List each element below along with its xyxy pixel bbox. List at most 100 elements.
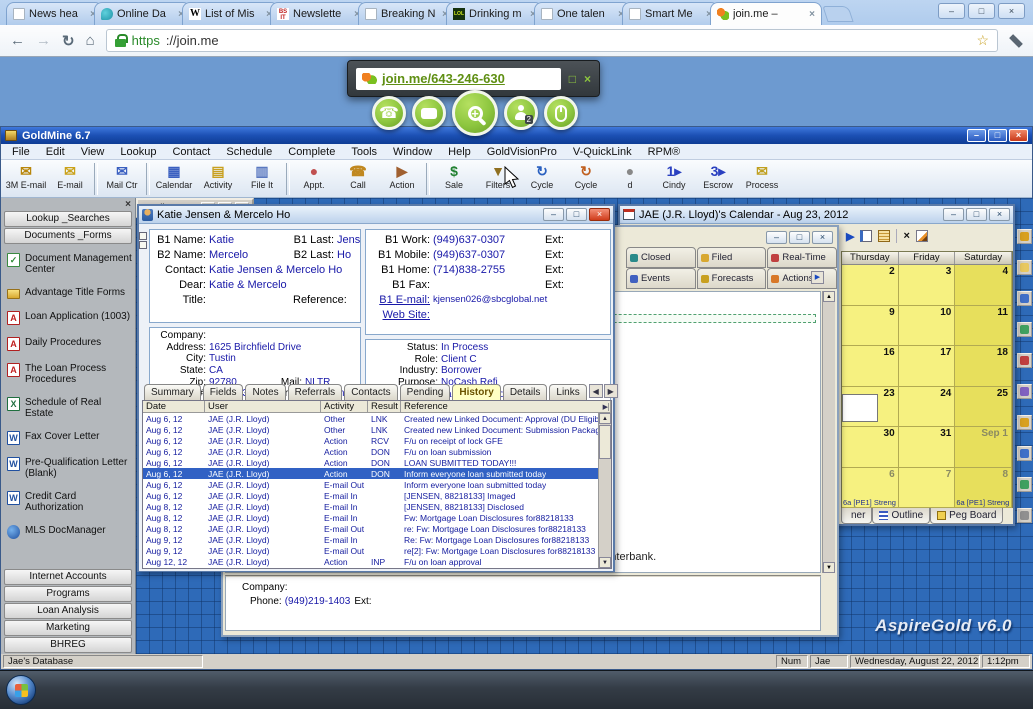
activity-scrollbar[interactable]: ▲ ▼ [822,291,835,573]
dock-button[interactable] [1017,322,1032,337]
toolbar-button[interactable] [426,163,430,195]
toolbar-button[interactable] [146,163,150,195]
menu-item[interactable]: Contact [164,146,218,158]
menu-item[interactable]: V-QuickLink [565,146,640,158]
history-row[interactable]: Aug 8, 12 JAE (J.R. Lloyd) E-mail In Fw:… [143,512,598,523]
back-icon[interactable]: ← [10,32,25,49]
calendar-cell[interactable]: 16 [842,346,899,387]
column-header[interactable]: Result [368,401,401,412]
toolbar-button[interactable]: ● d [608,162,652,190]
calendar-view-icon[interactable] [860,230,872,242]
goldmine-restore-button[interactable]: □ [988,129,1007,142]
calendar-close-button[interactable]: × [989,208,1010,221]
dock-button[interactable] [1017,446,1032,461]
scroll-down-icon[interactable]: ▼ [823,562,835,573]
toolbar-button[interactable]: ▥ File It [240,162,284,190]
menu-item[interactable]: Edit [38,146,73,158]
contact-titlebar[interactable]: Katie Jensen & Mercelo Ho – □ × [139,206,613,224]
calendar-bottom-tab[interactable]: Peg Board [930,508,1003,524]
browser-tab[interactable]: BS IT Newslette × [270,2,367,25]
field-value[interactable]: In Process [441,342,488,353]
sidebar-group-button[interactable]: BHREG [4,637,132,653]
contact-tab[interactable]: Pending [400,384,451,400]
menu-item[interactable]: View [73,146,113,158]
scroll-up-icon[interactable]: ▲ [599,413,611,424]
browser-minimize-button[interactable]: – [938,3,965,19]
calendar-cell-entry[interactable]: 6a [PE1] Streng [956,498,1011,507]
browser-maximize-button[interactable]: □ [968,3,995,19]
browser-tab[interactable]: Breaking N × [358,2,455,25]
toolbar-button[interactable]: 1▸ Cindy [652,162,696,190]
sidebar-document[interactable]: W Fax Cover Letter [7,431,132,445]
calendar-cell[interactable]: 23 [842,387,899,428]
activity-maximize-button[interactable]: □ [789,231,810,244]
toolbar-button[interactable]: ✉ Mail Ctr [100,162,144,190]
sidebar-document[interactable]: A The Loan Process Procedures [7,363,132,385]
history-row[interactable]: Aug 6, 12 JAE (J.R. Lloyd) E-mail Out In… [143,479,598,490]
activity-minimize-button[interactable]: – [766,231,787,244]
scroll-up-icon[interactable]: ▲ [823,291,835,302]
contact-close-button[interactable]: × [589,208,610,221]
browser-tab[interactable]: One talen × [534,2,631,25]
sidebar-group-button[interactable]: Marketing [4,620,132,636]
dock-button[interactable] [1017,477,1032,492]
history-scrollbar[interactable]: ▲ ▼ [598,413,611,568]
tab-scroll-left-icon[interactable]: ◀ [589,384,603,398]
field-value[interactable]: kjensen026@sbcglobal.net [433,294,545,305]
ssl-lock-icon[interactable] [115,34,126,47]
menu-item[interactable]: GoldVisionPro [479,146,565,158]
reload-icon[interactable]: ↻ [62,32,75,50]
history-row[interactable]: Aug 9, 12 JAE (J.R. Lloyd) E-mail In Re:… [143,534,598,545]
field-value[interactable]: Client C [441,354,477,365]
contact-tab[interactable]: History [452,384,500,400]
toolbar-button[interactable]: ↻ Cycle [564,162,608,190]
joinme-zoom-button[interactable]: + [452,90,498,136]
column-header[interactable]: User [205,401,321,412]
menu-item[interactable]: Complete [280,146,343,158]
goldmine-minimize-button[interactable]: – [967,129,986,142]
column-header[interactable]: Activity [321,401,368,412]
history-row[interactable]: Aug 6, 12 JAE (J.R. Lloyd) Action RCV F/… [143,435,598,446]
toolbar-button[interactable]: 3▸ Escrow [696,162,740,190]
calendar-cell[interactable]: 3 [899,265,956,306]
browser-tab[interactable]: W List of Mis × [182,2,279,25]
toolbar-button[interactable]: ✉ E-mail [48,162,92,190]
history-row[interactable]: Aug 6, 12 JAE (J.R. Lloyd) Action DON F/… [143,446,598,457]
calendar-notes-icon[interactable] [878,230,890,242]
field-value[interactable]: (949)637-0307 [433,234,545,246]
calendar-cell[interactable]: 11 [955,306,1012,347]
field-value[interactable]: (714)838-2755 [433,264,545,276]
calendar-cell-entry[interactable]: 6a [PE1] Streng [843,498,898,507]
home-icon[interactable]: ⌂ [86,32,95,49]
toolbar-button[interactable]: ▦ Calendar [152,162,196,190]
toolbar-button[interactable]: ↻ Cycle [520,162,564,190]
menu-item[interactable]: File [4,146,38,158]
goldmine-close-button[interactable]: × [1009,129,1028,142]
field-value[interactable]: Jensen [337,234,361,246]
calendar-cell[interactable]: 25 [955,387,1012,428]
history-row[interactable]: Aug 9, 12 JAE (J.R. Lloyd) E-mail Out re… [143,545,598,556]
dock-button[interactable] [1017,291,1032,306]
dock-button[interactable] [1017,508,1032,523]
contact-tab[interactable]: Contacts [344,384,397,400]
calendar-cell[interactable]: 8 6a [PE1] Streng [955,468,1012,509]
history-row[interactable]: Aug 8, 12 JAE (J.R. Lloyd) E-mail Out re… [143,523,598,534]
browser-close-button[interactable]: × [998,3,1025,19]
sidebar-section-button[interactable]: Lookup _Searches [4,211,132,227]
history-row[interactable]: Aug 6, 12 JAE (J.R. Lloyd) Other LNK Cre… [143,413,598,424]
joinme-participants-button[interactable]: 2 [504,96,538,130]
calendar-cell[interactable]: 10 [899,306,956,347]
field-value[interactable]: Tustin [209,353,259,364]
joinme-restore-icon[interactable]: □ [569,72,576,86]
calendar-cell[interactable]: 24 [899,387,956,428]
contact-tab[interactable]: Summary [144,384,201,400]
toolbar-button[interactable]: ✉ Process [740,162,784,190]
calendar-edit-icon[interactable] [916,230,928,242]
dock-button[interactable] [1017,415,1032,430]
history-row[interactable]: Aug 6, 12 JAE (J.R. Lloyd) Action DON LO… [143,457,598,468]
history-row[interactable]: Aug 6, 12 JAE (J.R. Lloyd) E-mail In [JE… [143,490,598,501]
toolbar-button[interactable]: ☎ Call [336,162,380,190]
menu-item[interactable]: Schedule [218,146,280,158]
browser-tab[interactable]: LOL Drinking m × [446,2,543,25]
calendar-cell[interactable]: Sep 1 [955,427,1012,468]
